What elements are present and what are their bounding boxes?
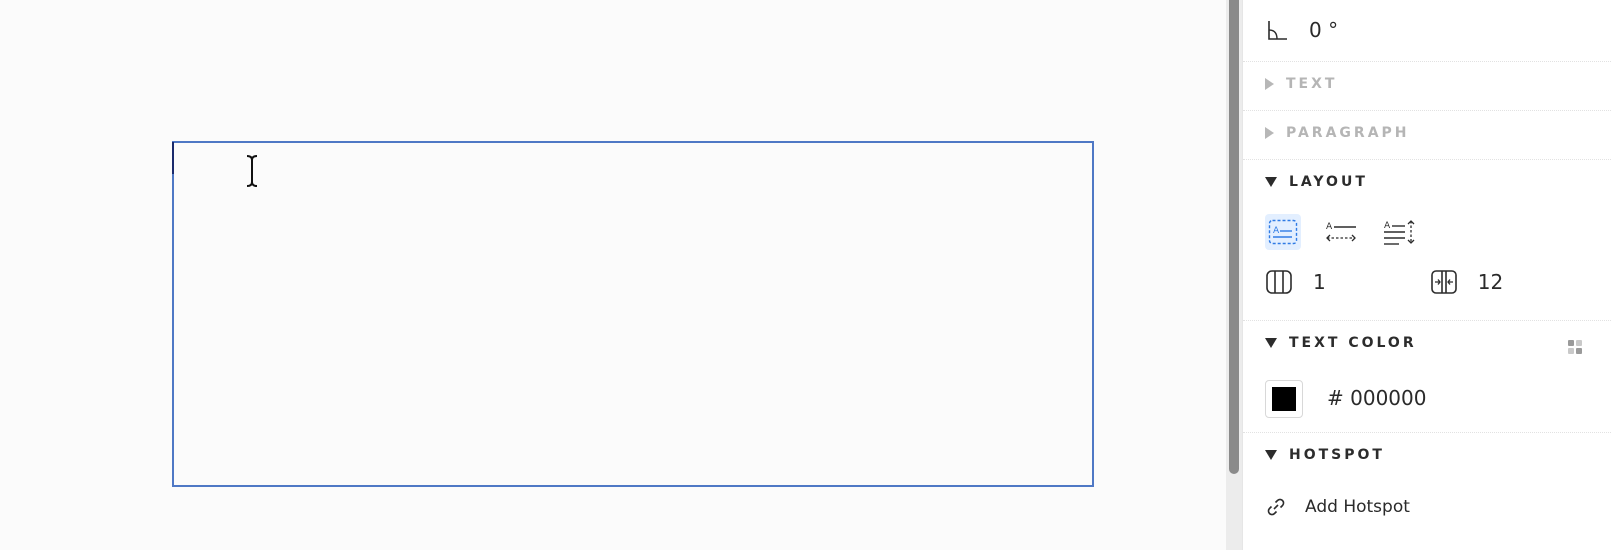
text-color-swatch: [1272, 387, 1296, 411]
section-text-header[interactable]: TEXT: [1265, 76, 1337, 92]
divider: [1243, 159, 1612, 160]
section-hotspot-header[interactable]: HOTSPOT: [1265, 447, 1385, 463]
column-gap-icon: [1430, 270, 1457, 294]
palette-icon[interactable]: [1568, 340, 1582, 354]
divider: [1243, 61, 1612, 62]
collapse-arrow-icon: [1265, 338, 1277, 348]
section-text-color-header[interactable]: TEXT COLOR: [1265, 335, 1417, 351]
auto-height-icon: A: [1384, 220, 1415, 245]
properties-panel: 0 ° TEXT PARAGRAPH LAYOUT A A A 1 12 TEX…: [1242, 0, 1612, 550]
link-icon: [1267, 498, 1285, 516]
svg-text:A: A: [1384, 221, 1391, 231]
rotation-value[interactable]: 0 °: [1309, 18, 1338, 42]
section-text-color-label: TEXT COLOR: [1289, 335, 1417, 351]
svg-text:A: A: [1273, 226, 1280, 236]
section-hotspot-label: HOTSPOT: [1289, 447, 1385, 463]
expand-arrow-icon: [1265, 78, 1274, 90]
text-color-hex-input[interactable]: # 000000: [1327, 386, 1426, 410]
auto-width-icon: A: [1326, 222, 1356, 242]
layout-mode-group: A A A: [1265, 214, 1417, 250]
layout-auto-width-button[interactable]: A: [1323, 214, 1359, 250]
columns-icon: [1266, 270, 1292, 294]
text-caret: [172, 142, 174, 174]
canvas[interactable]: [0, 0, 1226, 550]
add-hotspot-button[interactable]: Add Hotspot: [1265, 496, 1410, 518]
ibeam-cursor-icon: [246, 155, 258, 187]
angle-icon: [1268, 21, 1287, 40]
scrollbar-thumb[interactable]: [1229, 0, 1239, 474]
svg-text:A: A: [1326, 222, 1333, 232]
text-box[interactable]: [172, 141, 1094, 487]
section-text-label: TEXT: [1286, 76, 1338, 92]
rotation-row[interactable]: 0 °: [1265, 18, 1338, 42]
columns-row: 1 12: [1265, 268, 1503, 296]
add-hotspot-label: Add Hotspot: [1305, 497, 1410, 517]
divider: [1243, 320, 1612, 321]
collapse-arrow-icon: [1265, 450, 1277, 460]
text-color-swatch-button[interactable]: [1265, 380, 1303, 418]
fixed-box-icon: A: [1268, 219, 1298, 245]
section-paragraph-label: PARAGRAPH: [1286, 125, 1410, 141]
divider: [1243, 110, 1612, 111]
section-layout-label: LAYOUT: [1289, 174, 1368, 190]
column-gap-input[interactable]: 12: [1478, 270, 1503, 294]
layout-fixed-button[interactable]: A: [1265, 214, 1301, 250]
expand-arrow-icon: [1265, 127, 1274, 139]
section-paragraph-header[interactable]: PARAGRAPH: [1265, 125, 1410, 141]
columns-count-input[interactable]: 1: [1313, 270, 1326, 294]
section-layout-header[interactable]: LAYOUT: [1265, 174, 1368, 190]
collapse-arrow-icon: [1265, 177, 1277, 187]
layout-auto-height-button[interactable]: A: [1381, 214, 1417, 250]
divider: [1243, 432, 1612, 433]
